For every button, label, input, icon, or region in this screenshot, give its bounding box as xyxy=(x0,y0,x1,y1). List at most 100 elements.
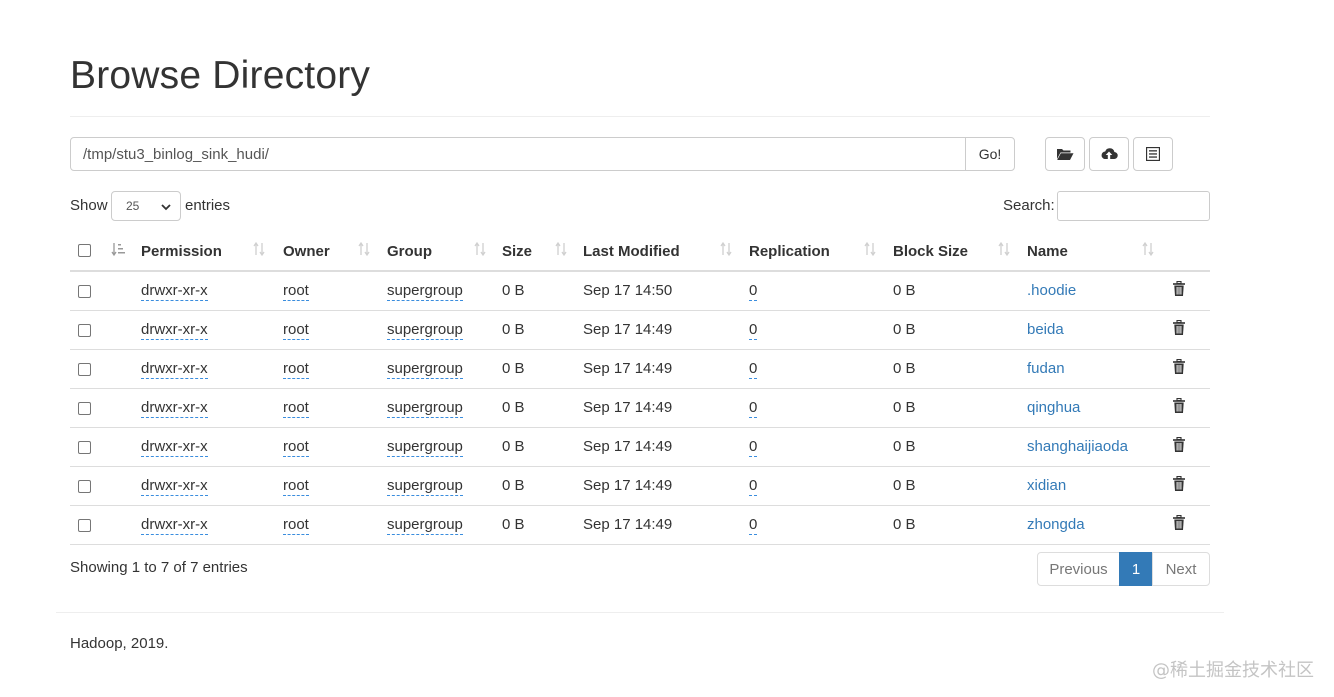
owner-cell[interactable]: root xyxy=(283,516,309,535)
owner-cell[interactable]: root xyxy=(283,321,309,340)
trash-icon[interactable] xyxy=(1172,358,1186,379)
sort-icon[interactable] xyxy=(357,241,371,261)
owner-cell[interactable]: root xyxy=(283,477,309,496)
column-header-modified[interactable]: Last Modified xyxy=(583,243,680,260)
last-modified-cell: Sep 17 14:49 xyxy=(583,516,673,533)
permission-cell[interactable]: drwxr-xr-x xyxy=(141,360,208,379)
name-link[interactable]: .hoodie xyxy=(1027,282,1076,299)
trash-icon[interactable] xyxy=(1172,514,1186,535)
column-header-replication[interactable]: Replication xyxy=(749,243,830,260)
create-directory-button[interactable] xyxy=(1045,137,1085,171)
upload-button[interactable] xyxy=(1089,137,1129,171)
last-modified-cell: Sep 17 14:49 xyxy=(583,477,673,494)
column-header-owner[interactable]: Owner xyxy=(283,243,330,260)
replication-cell[interactable]: 0 xyxy=(749,438,758,457)
group-cell[interactable]: supergroup xyxy=(387,360,463,379)
group-cell[interactable]: supergroup xyxy=(387,321,463,340)
size-cell: 0 B xyxy=(502,438,525,455)
column-header-permission[interactable]: Permission xyxy=(141,243,222,260)
row-checkbox[interactable] xyxy=(78,441,91,454)
row-checkbox[interactable] xyxy=(78,402,91,415)
row-divider xyxy=(70,427,1210,428)
trash-icon[interactable] xyxy=(1172,397,1186,418)
previous-page-button[interactable]: Previous xyxy=(1037,552,1120,586)
permission-cell[interactable]: drwxr-xr-x xyxy=(141,321,208,340)
permission-cell[interactable]: drwxr-xr-x xyxy=(141,399,208,418)
column-header-block-size[interactable]: Block Size xyxy=(893,243,968,260)
column-header-name[interactable]: Name xyxy=(1027,243,1068,260)
search-input[interactable] xyxy=(1057,191,1210,221)
page-length-select[interactable]: 25 xyxy=(111,191,181,221)
name-link[interactable]: beida xyxy=(1027,321,1064,338)
permission-cell[interactable]: drwxr-xr-x xyxy=(141,438,208,457)
sort-asc-icon[interactable] xyxy=(110,241,126,261)
replication-cell[interactable]: 0 xyxy=(749,399,758,418)
group-cell[interactable]: supergroup xyxy=(387,438,463,457)
replication-cell[interactable]: 0 xyxy=(749,516,758,535)
trash-icon[interactable] xyxy=(1172,280,1186,301)
size-cell: 0 B xyxy=(502,321,525,338)
owner-cell[interactable]: root xyxy=(283,360,309,379)
directory-path-input[interactable] xyxy=(70,137,966,171)
name-link[interactable]: shanghaijiaoda xyxy=(1027,438,1128,455)
replication-cell[interactable]: 0 xyxy=(749,282,758,301)
owner-cell[interactable]: root xyxy=(283,438,309,457)
row-divider xyxy=(70,544,1210,545)
row-checkbox[interactable] xyxy=(78,324,91,337)
chevron-down-icon xyxy=(161,204,171,211)
replication-cell[interactable]: 0 xyxy=(749,321,758,340)
name-link[interactable]: xidian xyxy=(1027,477,1066,494)
trash-icon[interactable] xyxy=(1172,475,1186,496)
trash-icon[interactable] xyxy=(1172,319,1186,340)
owner-cell[interactable]: root xyxy=(283,399,309,418)
name-link[interactable]: zhongda xyxy=(1027,516,1085,533)
replication-cell[interactable]: 0 xyxy=(749,360,758,379)
row-divider xyxy=(70,388,1210,389)
last-modified-cell: Sep 17 14:49 xyxy=(583,360,673,377)
size-cell: 0 B xyxy=(502,516,525,533)
name-link[interactable]: fudan xyxy=(1027,360,1065,377)
group-cell[interactable]: supergroup xyxy=(387,399,463,418)
watermark: @稀土掘金技术社区 xyxy=(1152,660,1314,681)
page-1-button[interactable]: 1 xyxy=(1119,552,1153,586)
sort-icon[interactable] xyxy=(554,241,568,261)
footer-divider xyxy=(56,612,1224,613)
size-cell: 0 B xyxy=(502,282,525,299)
sort-icon[interactable] xyxy=(473,241,487,261)
last-modified-cell: Sep 17 14:50 xyxy=(583,282,673,299)
permission-cell[interactable]: drwxr-xr-x xyxy=(141,516,208,535)
trash-icon[interactable] xyxy=(1172,436,1186,457)
group-cell[interactable]: supergroup xyxy=(387,516,463,535)
column-header-size[interactable]: Size xyxy=(502,243,532,260)
column-header-group[interactable]: Group xyxy=(387,243,432,260)
sort-icon[interactable] xyxy=(252,241,266,261)
select-all-checkbox[interactable] xyxy=(78,244,91,257)
row-checkbox[interactable] xyxy=(78,363,91,376)
sort-icon[interactable] xyxy=(997,241,1011,261)
permission-cell[interactable]: drwxr-xr-x xyxy=(141,282,208,301)
search-label: Search: xyxy=(1003,197,1055,214)
owner-cell[interactable]: root xyxy=(283,282,309,301)
replication-cell[interactable]: 0 xyxy=(749,477,758,496)
row-checkbox[interactable] xyxy=(78,519,91,532)
sort-icon[interactable] xyxy=(1141,241,1155,261)
row-checkbox[interactable] xyxy=(78,285,91,298)
permission-cell[interactable]: drwxr-xr-x xyxy=(141,477,208,496)
block-size-cell: 0 B xyxy=(893,399,916,416)
name-link[interactable]: qinghua xyxy=(1027,399,1080,416)
size-cell: 0 B xyxy=(502,399,525,416)
row-checkbox[interactable] xyxy=(78,480,91,493)
show-label: Show xyxy=(70,197,108,214)
sort-icon[interactable] xyxy=(863,241,877,261)
entries-label: entries xyxy=(185,197,231,214)
folder-open-icon xyxy=(1057,149,1074,160)
table-info: Showing 1 to 7 of 7 entries xyxy=(70,559,248,576)
go-button[interactable]: Go! xyxy=(965,137,1015,171)
next-page-button[interactable]: Next xyxy=(1152,552,1210,586)
group-cell[interactable]: supergroup xyxy=(387,282,463,301)
group-cell[interactable]: supergroup xyxy=(387,477,463,496)
sort-icon[interactable] xyxy=(719,241,733,261)
header-divider xyxy=(70,116,1210,117)
size-cell: 0 B xyxy=(502,360,525,377)
cut-paste-list-button[interactable] xyxy=(1133,137,1173,171)
